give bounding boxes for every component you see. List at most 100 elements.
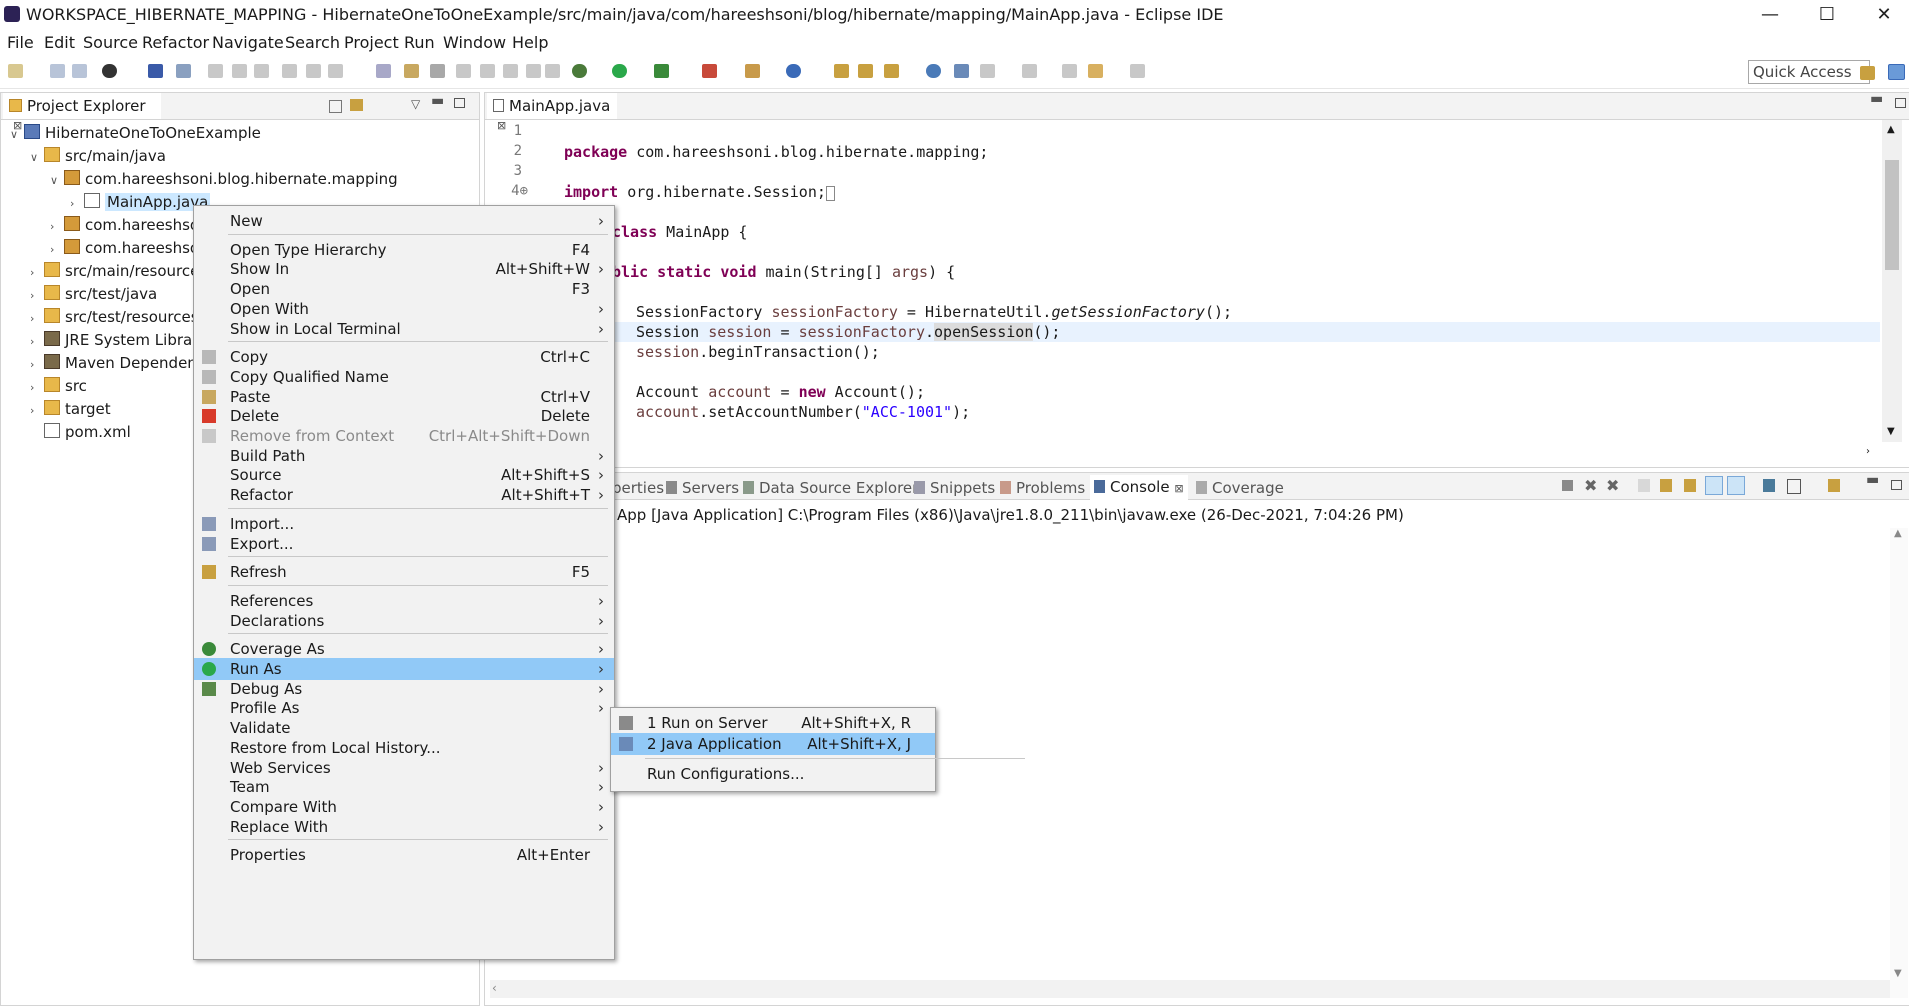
open-perspective-icon[interactable] <box>1860 66 1875 80</box>
clear-console-icon[interactable] <box>1638 479 1650 492</box>
word-wrap-icon[interactable] <box>1684 479 1696 492</box>
scroll-up-icon[interactable]: ▲ <box>1894 528 1902 539</box>
menu-item-refresh[interactable]: Refresh F5 <box>194 561 614 583</box>
editor-scrollbar[interactable]: ▲ ▼ <box>1882 120 1902 442</box>
menu-navigate[interactable]: Navigate <box>212 33 284 52</box>
menu-item-references[interactable]: References › <box>194 590 614 612</box>
pin-console-icon[interactable] <box>1763 479 1775 492</box>
maximize-view-icon[interactable] <box>454 98 465 108</box>
terminate-icon[interactable] <box>254 64 269 78</box>
new-icon[interactable] <box>8 64 23 78</box>
pen-icon[interactable] <box>456 64 471 78</box>
next-annotation-icon[interactable] <box>980 64 995 78</box>
external-tools-icon[interactable] <box>702 64 717 78</box>
menu-item-declarations[interactable]: Declarations › <box>194 610 614 632</box>
menu-project[interactable]: Project <box>344 33 399 52</box>
menu-window[interactable]: Window <box>443 33 506 52</box>
tree-item-project[interactable]: ∨ HibernateOneToOneExample <box>10 122 261 144</box>
code-line[interactable]: SessionFactory sessionFactory = Hibernat… <box>636 303 1232 321</box>
quick-access-input[interactable]: Quick Access <box>1748 60 1870 84</box>
remove-all-icon[interactable]: ✖ <box>1606 476 1619 495</box>
menu-item-coverage-as[interactable]: Coverage As › <box>194 638 614 660</box>
menu-refactor[interactable]: Refactor <box>142 33 209 52</box>
minimize-view-icon[interactable]: ▬ <box>1866 472 1879 488</box>
open-task-icon[interactable] <box>858 64 873 78</box>
tree-item-mainapp[interactable]: › MainApp.java <box>70 191 211 215</box>
expand-arrow-icon[interactable]: ∨ <box>50 170 64 192</box>
scroll-down-icon[interactable]: ▼ <box>1887 426 1895 437</box>
menu-item-team[interactable]: Team › <box>194 776 614 798</box>
menu-item-1-run-on-server[interactable]: 1 Run on Server Alt+Shift+X, R <box>611 712 935 734</box>
maximize-button[interactable]: ☐ <box>1807 2 1847 28</box>
menu-item-restore-from-local-history[interactable]: Restore from Local History... <box>194 737 614 759</box>
remove-launch-icon[interactable]: ✖ <box>1584 476 1597 495</box>
open-console-icon[interactable] <box>1828 479 1840 492</box>
scroll-right-icon[interactable]: › <box>1866 446 1870 457</box>
collapse-arrow-icon[interactable]: › <box>30 377 44 399</box>
close-icon[interactable]: ⊠ <box>1174 482 1183 495</box>
back-icon[interactable] <box>1088 64 1103 78</box>
save-icon[interactable] <box>50 64 65 78</box>
collapse-arrow-icon[interactable]: › <box>30 331 44 353</box>
menu-item-open-type-hierarchy[interactable]: Open Type Hierarchy F4 <box>194 239 614 261</box>
pin-icon[interactable] <box>430 64 445 78</box>
terminal-icon[interactable] <box>148 64 163 78</box>
save-all-icon[interactable] <box>72 64 87 78</box>
show-whitespace-icon[interactable] <box>526 64 541 78</box>
skip-breakpoints-icon[interactable] <box>176 64 191 78</box>
resume-icon[interactable] <box>208 64 223 78</box>
collapse-arrow-icon[interactable]: › <box>50 239 64 261</box>
java-ee-perspective-icon[interactable] <box>1888 64 1905 80</box>
menu-item-run-configurations[interactable]: Run Configurations... <box>611 763 935 785</box>
tab-coverage[interactable]: Coverage <box>1196 479 1284 497</box>
prev-annotation-icon[interactable] <box>1022 64 1037 78</box>
minimize-view-icon[interactable]: ▬ <box>1870 91 1883 107</box>
tab-properties[interactable]: perties <box>612 479 664 497</box>
debug-view-icon[interactable] <box>376 64 391 78</box>
code-line[interactable]: class MainApp { <box>612 223 747 241</box>
link-icon[interactable] <box>480 64 495 78</box>
code-line[interactable]: account.setAccountNumber("ACC-1001"); <box>636 403 970 421</box>
last-edit-icon[interactable] <box>1062 64 1077 78</box>
code-line[interactable]: Session session = sessionFactory.openSes… <box>636 323 1060 341</box>
menu-item-2-java-application[interactable]: 2 Java Application Alt+Shift+X, J <box>611 733 935 755</box>
menu-item-build-path[interactable]: Build Path › <box>194 445 614 467</box>
tree-item-src-test-resources[interactable]: › src/test/resources <box>30 306 199 328</box>
maximize-view-icon[interactable] <box>1895 98 1906 108</box>
minimize-view-icon[interactable]: ▬ <box>431 93 444 109</box>
terminate-icon[interactable] <box>1562 480 1573 491</box>
step-into-icon[interactable] <box>282 64 297 78</box>
menu-search[interactable]: Search <box>285 33 340 52</box>
debug-icon[interactable] <box>572 64 587 78</box>
code-line[interactable]: blic static void main(String[] args) { <box>612 263 955 281</box>
tree-item-src[interactable]: › src <box>30 375 87 397</box>
show-on-stderr-icon[interactable] <box>1727 476 1745 495</box>
hierarchy-icon[interactable] <box>954 64 969 78</box>
link-editor-icon[interactable] <box>350 99 363 111</box>
scrollbar-thumb[interactable] <box>1885 160 1899 270</box>
globe-icon[interactable] <box>926 64 941 78</box>
new-server-icon[interactable] <box>745 64 760 78</box>
menu-item-import[interactable]: Import... <box>194 513 614 535</box>
view-menu-icon[interactable]: ▽ <box>411 97 420 111</box>
scroll-up-icon[interactable]: ▲ <box>1887 124 1895 135</box>
collapse-arrow-icon[interactable]: › <box>30 308 44 330</box>
menu-item-source[interactable]: Source Alt+Shift+S › <box>194 464 614 486</box>
tree-item-target[interactable]: › target <box>30 398 111 420</box>
scroll-down-icon[interactable]: ▼ <box>1894 968 1902 979</box>
menu-item-profile-as[interactable]: Profile As › <box>194 697 614 719</box>
menu-item-debug-as[interactable]: Debug As › <box>194 678 614 700</box>
tree-item-pom[interactable]: pom.xml <box>30 421 131 443</box>
display-console-icon[interactable] <box>1787 479 1801 494</box>
console-scrollbar[interactable]: ▲ ▼ <box>1890 528 1908 998</box>
menu-file[interactable]: File <box>7 33 34 52</box>
close-button[interactable]: ✕ <box>1864 2 1904 28</box>
collapse-arrow-icon[interactable]: › <box>70 193 84 215</box>
collapse-arrow-icon[interactable]: › <box>50 216 64 238</box>
tab-snippets[interactable]: Snippets <box>914 479 995 497</box>
menu-item-copy-qualified-name[interactable]: Copy Qualified Name <box>194 366 614 388</box>
tab-servers[interactable]: Servers <box>666 479 739 497</box>
code-line[interactable]: package com.hareeshsoni.blog.hibernate.m… <box>564 143 988 161</box>
menu-item-export[interactable]: Export... <box>194 533 614 555</box>
tree-item-src-test-java[interactable]: › src/test/java <box>30 283 157 305</box>
